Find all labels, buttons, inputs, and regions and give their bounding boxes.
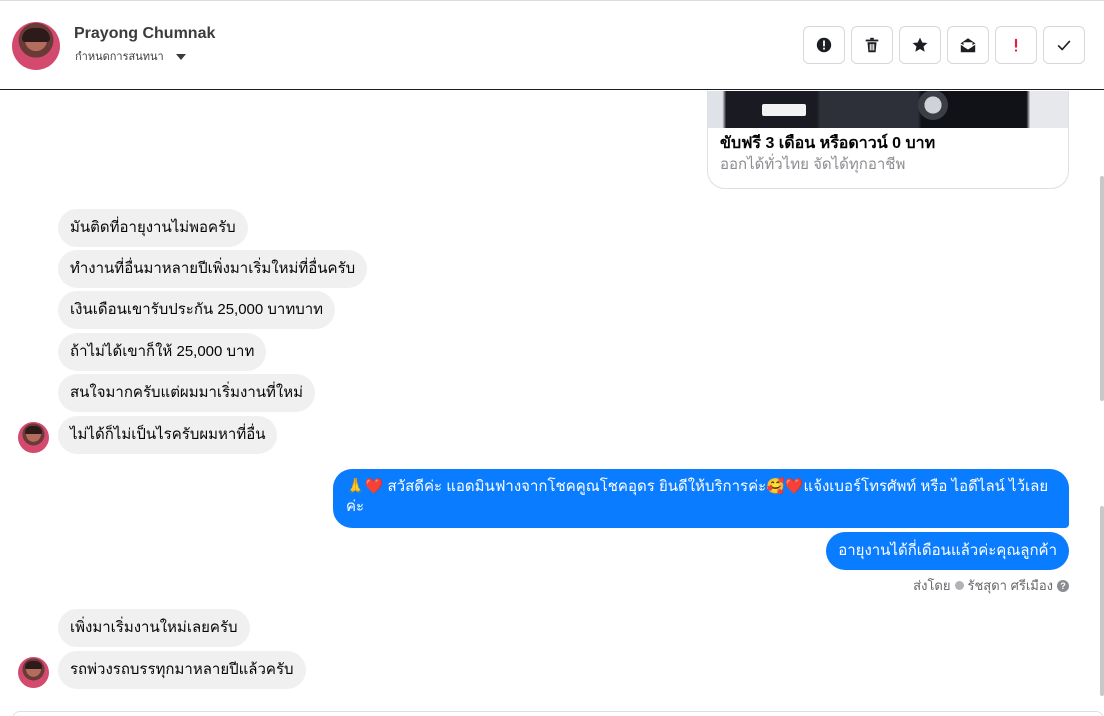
sent-by-info: ส่งโดย รัชสุดา ศรีเมือง ? [913,575,1069,596]
incoming-message[interactable]: ทำงานที่อื่นมาหลายปีเพิ่งมาเริ่มใหม่ที่อ… [58,250,368,288]
star-icon [912,37,928,52]
agent-name[interactable]: รัชสุดา ศรีเมือง [968,575,1054,596]
incoming-message[interactable]: สนใจมากครับแต่ผมมาเริ่มงานที่ใหม่ [58,374,315,412]
mark-unread-button[interactable] [947,26,989,64]
sender-avatar[interactable] [18,422,49,453]
incoming-message[interactable]: เพิ่งมาเริ่มงานใหม่เลยครับ [58,609,250,647]
message-thread[interactable]: ขับฟรี 3 เดือน หรือดาวน์ 0 บาท ออกได้ทั่… [0,91,1104,716]
important-button[interactable] [995,26,1037,64]
scrollbar-thumb[interactable] [1100,176,1104,401]
contact-avatar[interactable] [12,22,60,70]
outgoing-message[interactable]: อายุงานได้กี่เดือนแล้วค่ะคุณลูกค้า [826,532,1069,570]
message-composer[interactable] [12,711,1104,716]
wheel-shape [918,91,948,120]
assign-conversation-dropdown[interactable]: กำหนดการสนทนา [75,47,186,65]
agent-status-icon [954,581,964,590]
incoming-message[interactable]: เงินเดือนเขารับประกัน 25,000 บาทบาท [58,291,336,329]
star-button[interactable] [899,26,941,64]
outgoing-message[interactable]: 🙏❤️ สวัสดีค่ะ แอดมินฟางจากโชคคูณโชคอุดร … [333,469,1069,528]
done-button[interactable] [1043,26,1085,64]
incoming-message[interactable]: มันติดที่อายุงานไม่พอครับ [58,209,248,247]
incoming-message[interactable]: ไม่ได้ก็ไม่เป็นไรครับผมหาที่อื่น [58,416,278,454]
ad-car-image [708,91,1068,128]
messenger-conversation-window: Prayong Chumnak กำหนดการสนทนา ขับฟรี 3 เ… [0,0,1104,716]
checkmark-icon [1057,40,1071,51]
caret-down-icon [175,53,186,60]
delete-button[interactable] [851,26,893,64]
alert-circle-icon [816,37,832,53]
assign-conversation-label: กำหนดการสนทนา [75,51,164,63]
conversation-header: Prayong Chumnak กำหนดการสนทนา [0,1,1104,90]
incoming-message[interactable]: รถพ่วงรถบรรทุกมาหลายปีแล้วครับ [58,651,306,689]
sent-by-label: ส่งโดย [913,578,951,593]
conversation-actions [803,26,1085,64]
envelope-open-icon [960,38,976,53]
scrollbar-track-lower[interactable] [1100,506,1104,696]
ad-preview-card[interactable]: ขับฟรี 3 เดือน หรือดาวน์ 0 บาท ออกได้ทั่… [707,91,1069,189]
sender-avatar[interactable] [18,657,49,688]
incoming-message[interactable]: ถ้าไม่ได้เขาก็ให้ 25,000 บาท [58,333,267,371]
report-button[interactable] [803,26,845,64]
contact-name[interactable]: Prayong Chumnak [74,25,215,43]
help-icon[interactable]: ? [1057,579,1069,592]
trash-icon [865,37,879,53]
license-plate-shape [762,104,806,116]
ad-card-subtitle: ออกได้ทั่วไทย จัดได้ทุกอาชีพ [720,156,906,173]
exclamation-icon [1014,38,1018,52]
